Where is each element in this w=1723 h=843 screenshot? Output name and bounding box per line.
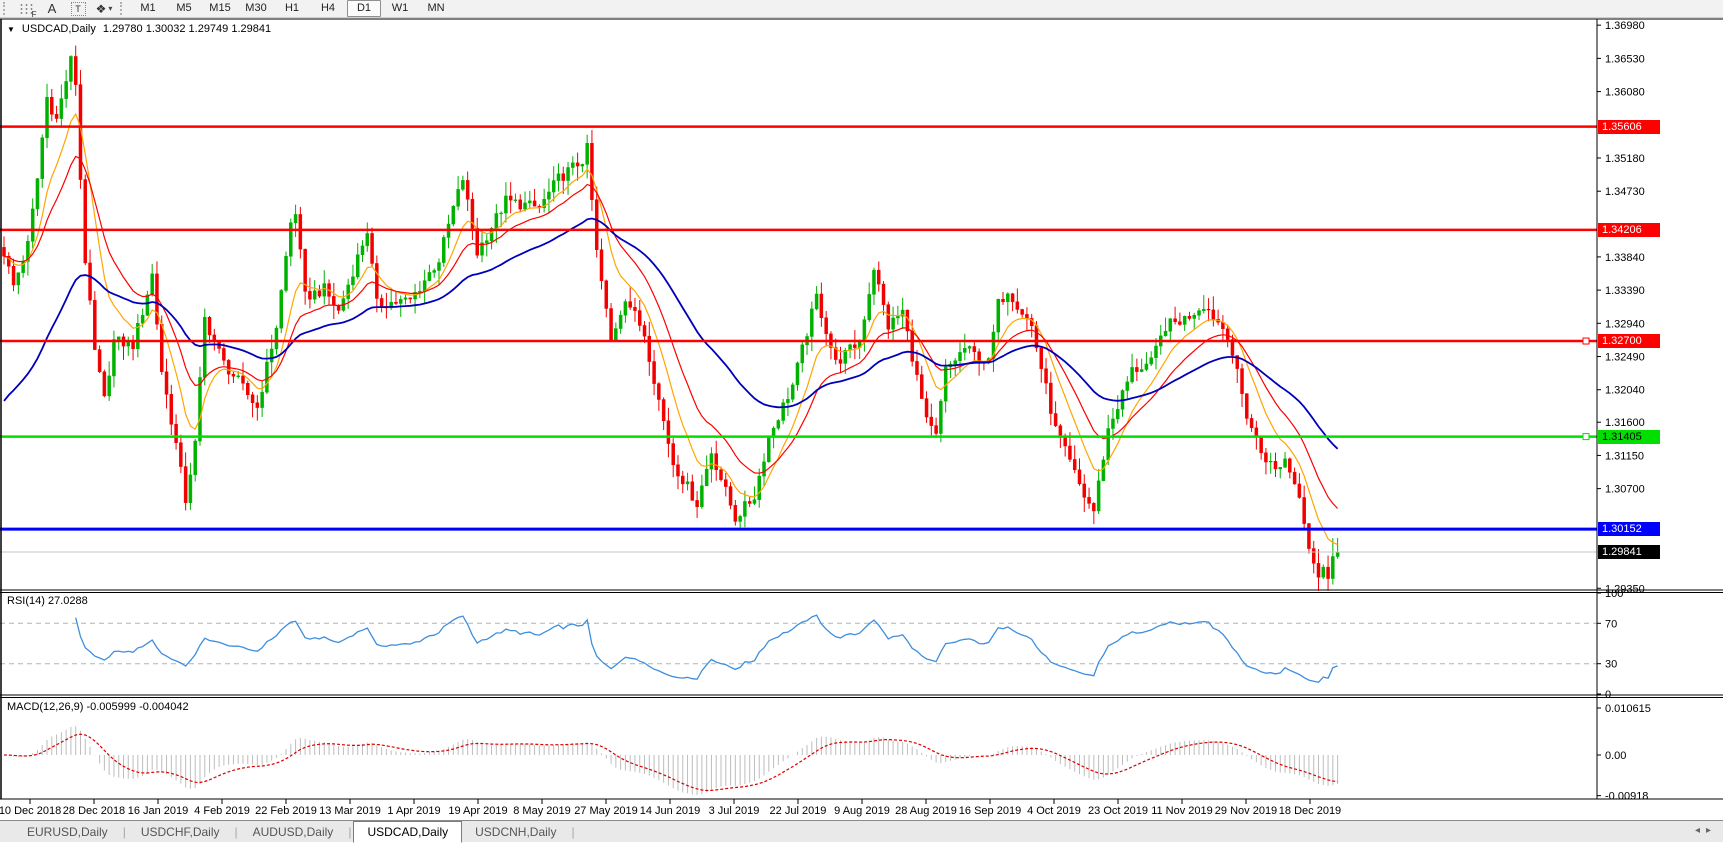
svg-text:70: 70: [1605, 618, 1617, 630]
svg-text:28 Aug 2019: 28 Aug 2019: [895, 805, 957, 817]
chart-canvas[interactable]: 1.36980 1.36530 1.36080 1.35180 1.34730 1.338…: [0, 18, 1723, 820]
rsi-indicator-label: RSI(14) 27.0288: [7, 595, 88, 607]
svg-text:16 Jan 2019: 16 Jan 2019: [128, 805, 189, 817]
symbol-tabs: EURUSD,Daily|USDCHF,Daily|AUDUSD,Daily|U…: [14, 821, 577, 842]
svg-text:0.010615: 0.010615: [1605, 703, 1651, 715]
svg-text:1.33840: 1.33840: [1605, 252, 1645, 264]
svg-text:11 Nov 2019: 11 Nov 2019: [1151, 805, 1213, 817]
shapes-dropdown-caret-icon[interactable]: ▾: [108, 4, 112, 13]
text-label-icon[interactable]: A: [42, 1, 62, 17]
svg-text:1.30700: 1.30700: [1605, 484, 1645, 496]
chart-area[interactable]: 1.36980 1.36530 1.36080 1.35180 1.34730 1.338…: [0, 18, 1723, 820]
shapes-icon[interactable]: ❖▾: [94, 1, 114, 17]
macd-signal-line: [4, 734, 1338, 790]
svg-text:1.33390: 1.33390: [1605, 285, 1645, 297]
tab-separator: |: [571, 825, 574, 839]
timeframe-button-m1[interactable]: M1: [131, 0, 165, 17]
toolbar-grip-2[interactable]: [120, 2, 125, 15]
current-price-tag: 1.29841: [1598, 545, 1660, 559]
timeframe-button-h4[interactable]: H4: [311, 0, 345, 17]
toolbar-grip[interactable]: [3, 2, 8, 15]
svg-text:4 Oct 2019: 4 Oct 2019: [1027, 805, 1081, 817]
macd-histogram: [4, 726, 1338, 795]
tab-separator: |: [123, 825, 126, 839]
tab-scroll-left-icon[interactable]: ◂: [1695, 825, 1706, 836]
timeframe-button-w1[interactable]: W1: [383, 0, 417, 17]
collapse-icon[interactable]: ▼: [7, 25, 15, 34]
svg-text:10 Dec 2018: 10 Dec 2018: [0, 805, 61, 817]
svg-text:22 Feb 2019: 22 Feb 2019: [255, 805, 317, 817]
price-tag-1.30152: 1.30152: [1598, 522, 1660, 536]
timeframe-button-m30[interactable]: M30: [239, 0, 273, 17]
svg-text:18 Dec 2019: 18 Dec 2019: [1279, 805, 1341, 817]
price-tag-1.31405: 1.31405: [1598, 430, 1660, 444]
tab-eurusd[interactable]: EURUSD,Daily: [14, 822, 121, 842]
svg-text:27 May 2019: 27 May 2019: [574, 805, 638, 817]
price-tag-1.32700: 1.32700: [1598, 334, 1660, 348]
svg-text:30: 30: [1605, 659, 1617, 671]
svg-text:1.36980: 1.36980: [1605, 20, 1645, 32]
macd-indicator-label: MACD(12,26,9) -0.005999 -0.004042: [7, 701, 189, 713]
tab-usdcnh[interactable]: USDCNH,Daily: [462, 822, 569, 842]
svg-text:3 Jul 2019: 3 Jul 2019: [709, 805, 760, 817]
svg-text:14 Jun 2019: 14 Jun 2019: [640, 805, 701, 817]
svg-text:1.32490: 1.32490: [1605, 352, 1645, 364]
svg-text:1.31150: 1.31150: [1605, 450, 1644, 462]
svg-text:4 Feb 2019: 4 Feb 2019: [194, 805, 250, 817]
svg-text:9 Aug 2019: 9 Aug 2019: [834, 805, 890, 817]
tab-usdchf[interactable]: USDCHF,Daily: [128, 822, 233, 842]
ohlc-quote: 1.29780 1.30032 1.29749 1.29841: [103, 23, 271, 35]
svg-text:-0.00918: -0.00918: [1605, 791, 1648, 803]
symbol-tabbar: EURUSD,Daily|USDCHF,Daily|AUDUSD,Daily|U…: [0, 820, 1723, 842]
svg-text:1.32040: 1.32040: [1605, 385, 1645, 397]
svg-text:23 Oct 2019: 23 Oct 2019: [1088, 805, 1148, 817]
symbol-timeframe-label: USDCAD,Daily: [22, 23, 96, 35]
svg-text:19 Apr 2019: 19 Apr 2019: [448, 805, 507, 817]
svg-text:1.34730: 1.34730: [1605, 186, 1645, 198]
tab-scroll-right-icon[interactable]: ▸: [1706, 825, 1717, 836]
svg-text:1.35180: 1.35180: [1605, 153, 1645, 165]
svg-text:1.36080: 1.36080: [1605, 87, 1645, 99]
svg-text:1 Apr 2019: 1 Apr 2019: [387, 805, 440, 817]
timeframe-button-mn[interactable]: MN: [419, 0, 453, 17]
tab-usdcad[interactable]: USDCAD,Daily: [353, 821, 462, 843]
price-tag-1.35606: 1.35606: [1598, 120, 1660, 134]
rsi-line: [76, 615, 1338, 682]
timeframe-button-h1[interactable]: H1: [275, 0, 309, 17]
svg-text:1.36530: 1.36530: [1605, 53, 1645, 65]
svg-text:22 Jul 2019: 22 Jul 2019: [770, 805, 827, 817]
svg-text:16 Sep 2019: 16 Sep 2019: [959, 805, 1021, 817]
svg-text:29 Nov 2019: 29 Nov 2019: [1215, 805, 1277, 817]
svg-text:28 Dec 2018: 28 Dec 2018: [63, 805, 125, 817]
timeframe-button-m5[interactable]: M5: [167, 0, 201, 17]
timeframe-button-group: M1M5M15M30H1H4D1W1MN: [130, 0, 454, 17]
timeframe-button-d1[interactable]: D1: [347, 0, 381, 17]
chart-title: ▼ USDCAD,Daily 1.29780 1.30032 1.29749 1…: [7, 23, 271, 35]
svg-text:1.31600: 1.31600: [1605, 417, 1645, 429]
tab-audusd[interactable]: AUDUSD,Daily: [240, 822, 347, 842]
svg-text:8 May 2019: 8 May 2019: [513, 805, 570, 817]
tab-separator: |: [348, 825, 351, 839]
crosshair-grid-f-icon[interactable]: F: [16, 1, 36, 17]
tab-separator: |: [235, 825, 238, 839]
text-box-icon[interactable]: T: [68, 1, 88, 17]
price-tag-1.34206: 1.34206: [1598, 223, 1660, 237]
toolbar: F A T ❖▾ M1M5M15M30H1H4D1W1MN: [0, 0, 1723, 18]
svg-text:0.00: 0.00: [1605, 750, 1626, 762]
svg-text:13 Mar 2019: 13 Mar 2019: [319, 805, 381, 817]
timeframe-button-m15[interactable]: M15: [203, 0, 237, 17]
svg-text:1.32940: 1.32940: [1605, 318, 1645, 330]
